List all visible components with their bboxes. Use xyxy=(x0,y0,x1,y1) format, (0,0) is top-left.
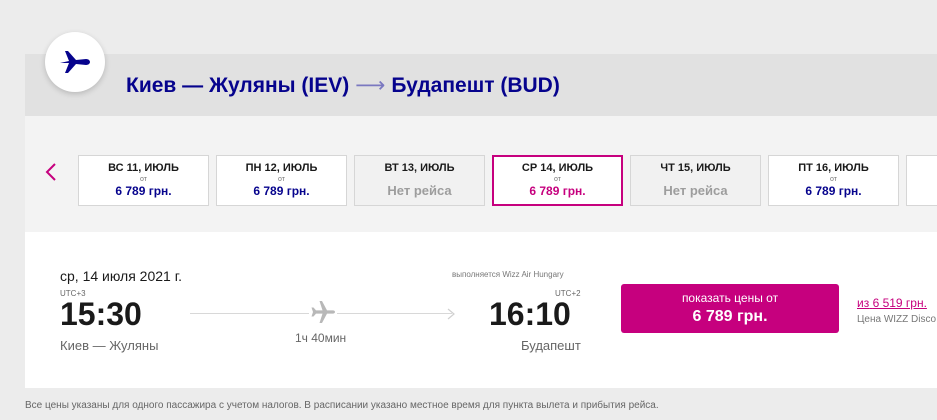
club-prefix: из xyxy=(857,296,870,310)
flight-duration: 1ч 40мин xyxy=(295,331,347,345)
show-prices-button[interactable]: показать цены от 6 789 грн. xyxy=(621,284,839,333)
date-card-next[interactable] xyxy=(906,155,937,206)
date-card-fri-16[interactable]: ПТ 16, ИЮЛЬ от 6 789 грн. xyxy=(768,155,899,206)
no-flight-label: Нет рейса xyxy=(387,183,452,198)
price-from-label: от xyxy=(278,176,285,183)
departure-time: 15:30 xyxy=(60,296,142,332)
date-price: 6 789 грн. xyxy=(805,184,862,198)
club-price-caption: Цена WIZZ Disco xyxy=(857,314,937,325)
departure-city: Киев — Жуляны xyxy=(60,338,159,353)
airplane-icon xyxy=(45,32,105,92)
date-label: ВТ 13, ИЮЛЬ xyxy=(384,162,455,174)
date-card-wed-14-selected[interactable]: СР 14, ИЮЛЬ от 6 789 грн. xyxy=(492,155,623,206)
no-flight-label: Нет рейса xyxy=(663,183,728,198)
route-title: Киев — Жуляны (IEV) ⟶ Будапешт (BUD) xyxy=(126,73,560,98)
airplane-icon xyxy=(309,298,337,326)
operator-label: выполняется Wizz Air Hungary xyxy=(452,270,564,279)
club-price: 6 519 грн. xyxy=(872,296,927,310)
price-from-label: от xyxy=(554,176,561,183)
date-card-sun-11[interactable]: ВС 11, ИЮЛЬ от 6 789 грн. xyxy=(78,155,209,206)
arrival-time: 16:10 xyxy=(489,296,571,332)
route-destination: Будапешт (BUD) xyxy=(391,74,560,97)
date-label: ЧТ 15, ИЮЛЬ xyxy=(660,162,731,174)
arrival-city: Будапешт xyxy=(521,338,581,353)
date-card-tue-13: ВТ 13, ИЮЛЬ Нет рейса xyxy=(354,155,485,206)
date-label: СР 14, ИЮЛЬ xyxy=(521,162,594,174)
chevron-right-icon xyxy=(446,307,456,320)
discount-club-price-link[interactable]: из 6 519 грн. xyxy=(857,296,927,310)
chevron-left-icon[interactable] xyxy=(42,160,60,184)
price-from-label: от xyxy=(140,176,147,183)
date-card-mon-12[interactable]: ПН 12, ИЮЛЬ от 6 789 грн. xyxy=(216,155,347,206)
date-price: 6 789 грн. xyxy=(529,184,586,198)
price-footnote: Все цены указаны для одного пассажира с … xyxy=(25,400,659,411)
date-price: 6 789 грн. xyxy=(253,184,310,198)
route-origin: Киев — Жуляны (IEV) xyxy=(126,74,350,97)
show-prices-amount: 6 789 грн. xyxy=(692,308,768,325)
show-prices-label: показать цены от xyxy=(681,291,779,305)
flight-date: ср, 14 июля 2021 г. xyxy=(60,268,183,284)
date-label: ПН 12, ИЮЛЬ xyxy=(245,162,318,174)
date-label: ПТ 16, ИЮЛЬ xyxy=(798,162,869,174)
price-from-label: от xyxy=(830,176,837,183)
date-label: ВС 11, ИЮЛЬ xyxy=(108,162,179,174)
route-arrow: ⟶ xyxy=(355,74,386,97)
date-price: 6 789 грн. xyxy=(115,184,172,198)
date-card-thu-15: ЧТ 15, ИЮЛЬ Нет рейса xyxy=(630,155,761,206)
